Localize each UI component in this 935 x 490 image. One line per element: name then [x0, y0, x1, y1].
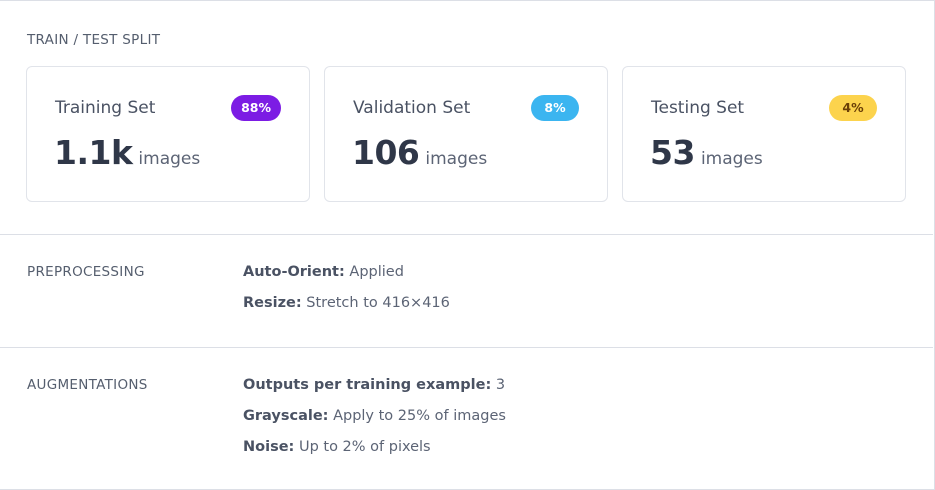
detail-value: Applied	[349, 264, 404, 280]
preprocessing-item-auto-orient: Auto-Orient: Applied	[243, 264, 404, 280]
detail-key: Outputs per training example:	[243, 377, 492, 393]
detail-value: Apply to 25% of images	[333, 408, 506, 424]
testing-set-unit: images	[700, 149, 763, 169]
training-set-unit: images	[138, 149, 201, 169]
validation-set-count-row: 106 images	[352, 133, 487, 172]
validation-set-percent-badge: 8%	[531, 95, 579, 121]
section-divider	[0, 347, 933, 348]
training-set-card: Training Set 88% 1.1k images	[26, 66, 310, 202]
testing-set-count: 53	[650, 133, 695, 172]
validation-set-title: Validation Set	[353, 98, 471, 118]
detail-key: Noise:	[243, 439, 295, 455]
detail-key: Auto-Orient:	[243, 264, 345, 280]
detail-key: Resize:	[243, 295, 302, 311]
testing-set-card: Testing Set 4% 53 images	[622, 66, 906, 202]
validation-set-card: Validation Set 8% 106 images	[324, 66, 608, 202]
augmentations-heading: AUGMENTATIONS	[27, 377, 148, 393]
dataset-summary-panel: TRAIN / TEST SPLIT Training Set 88% 1.1k…	[0, 0, 935, 490]
training-set-count: 1.1k	[54, 133, 133, 172]
training-set-title: Training Set	[55, 98, 156, 118]
testing-set-title: Testing Set	[651, 98, 745, 118]
augmentation-item-noise: Noise: Up to 2% of pixels	[243, 439, 431, 455]
detail-key: Grayscale:	[243, 408, 329, 424]
augmentation-item-outputs: Outputs per training example: 3	[243, 377, 505, 393]
preprocessing-item-resize: Resize: Stretch to 416×416	[243, 295, 450, 311]
testing-set-count-row: 53 images	[650, 133, 763, 172]
training-set-count-row: 1.1k images	[54, 133, 200, 172]
detail-value: 3	[495, 377, 506, 393]
testing-set-percent-badge: 4%	[829, 95, 877, 121]
detail-value: Stretch to 416×416	[306, 295, 450, 311]
validation-set-count: 106	[352, 133, 420, 172]
detail-value: Up to 2% of pixels	[298, 439, 431, 455]
train-test-split-heading: TRAIN / TEST SPLIT	[27, 32, 161, 48]
validation-set-unit: images	[425, 149, 488, 169]
section-divider	[0, 234, 933, 235]
preprocessing-heading: PREPROCESSING	[27, 264, 145, 280]
augmentation-item-grayscale: Grayscale: Apply to 25% of images	[243, 408, 506, 424]
training-set-percent-badge: 88%	[231, 95, 281, 121]
